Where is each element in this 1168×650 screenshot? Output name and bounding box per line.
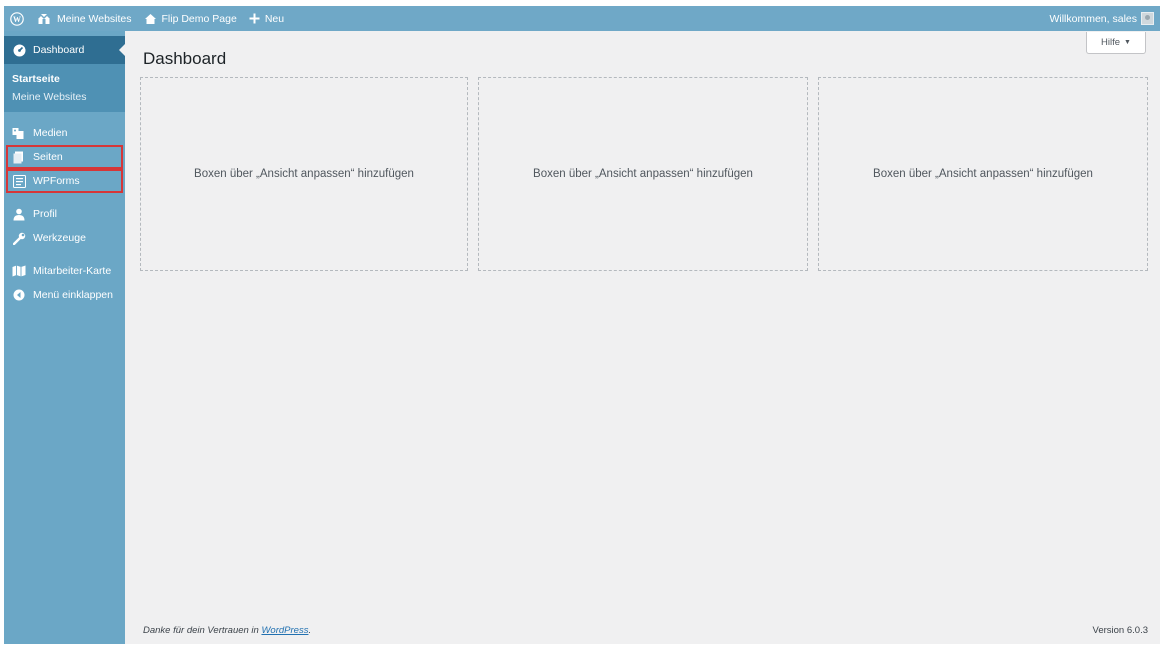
- svg-text:W: W: [13, 15, 21, 24]
- wordpress-logo-icon: W: [10, 11, 24, 26]
- my-sites-menu[interactable]: Meine Websites: [30, 6, 138, 31]
- sidebar-item-label: Medien: [33, 127, 68, 139]
- map-icon: [12, 264, 26, 278]
- wp-admin-window: W Meine Websites Flip Demo Page Neu Will…: [4, 6, 1160, 644]
- sidebar-item-media[interactable]: Medien: [4, 121, 125, 145]
- dashboard-widget-dropzone[interactable]: Boxen über „Ansicht anpassen“ hinzufügen: [818, 77, 1148, 271]
- page-title: Dashboard: [143, 49, 227, 68]
- sidebar-item-label: WPForms: [33, 175, 80, 187]
- sidebar-item-label: Menü einklappen: [33, 289, 113, 301]
- sidebar-item-label: Profil: [33, 208, 57, 220]
- help-button[interactable]: Hilfe ▼: [1086, 32, 1146, 54]
- triangle-down-icon: ▼: [1124, 39, 1131, 46]
- footer-thanks: Danke für dein Vertrauen in WordPress.: [143, 625, 311, 636]
- my-account-menu[interactable]: Willkommen, sales: [1043, 6, 1160, 31]
- site-name-label: Flip Demo Page: [161, 12, 237, 25]
- dropzone-label: Boxen über „Ansicht anpassen“ hinzufügen: [873, 168, 1093, 180]
- footer-thanks-suffix: .: [308, 625, 312, 636]
- site-name-menu[interactable]: Flip Demo Page: [138, 6, 243, 31]
- admin-sidebar: Dashboard Startseite Meine Websites Medi…: [4, 31, 125, 644]
- welcome-label: Willkommen, sales: [1049, 12, 1137, 25]
- footer-version: Version 6.0.3: [1092, 625, 1148, 636]
- profile-icon: [12, 207, 26, 221]
- new-label: Neu: [264, 12, 285, 25]
- sidebar-item-label: Dashboard: [33, 44, 85, 56]
- sidebar-item-pages[interactable]: Seiten: [6, 145, 123, 169]
- dropzone-label: Boxen über „Ansicht anpassen“ hinzufügen: [194, 168, 414, 180]
- new-content-menu[interactable]: Neu: [243, 6, 290, 31]
- pages-icon: [12, 150, 26, 164]
- media-icon: [12, 126, 26, 140]
- dropzone-label: Boxen über „Ansicht anpassen“ hinzufügen: [533, 168, 753, 180]
- sidebar-item-profile[interactable]: Profil: [4, 202, 125, 226]
- avatar: [1141, 12, 1154, 25]
- sidebar-item-wpforms[interactable]: WPForms: [6, 169, 123, 193]
- dashboard-submenu: Startseite Meine Websites: [4, 64, 125, 112]
- footer-thanks-prefix: Danke für dein Vertrauen in: [143, 625, 262, 636]
- sidebar-item-label: Mitarbeiter-Karte: [33, 265, 112, 277]
- collapse-icon: [12, 288, 26, 302]
- sidebar-item-label: Werkzeuge: [33, 232, 86, 244]
- wordpress-link[interactable]: WordPress: [261, 625, 308, 636]
- dashboard-widget-dropzone[interactable]: Boxen über „Ansicht anpassen“ hinzufügen: [140, 77, 468, 271]
- dashboard-icon: [12, 43, 26, 57]
- home-icon: [144, 13, 157, 25]
- sidebar-item-tools[interactable]: Werkzeuge: [4, 226, 125, 250]
- wp-logo-menu[interactable]: W: [4, 6, 30, 31]
- help-label: Hilfe: [1101, 37, 1121, 48]
- submenu-item-home[interactable]: Startseite: [4, 70, 125, 88]
- my-sites-label: Meine Websites: [57, 12, 132, 25]
- admin-bar: W Meine Websites Flip Demo Page Neu Will…: [4, 6, 1160, 31]
- sidebar-item-dashboard[interactable]: Dashboard: [4, 36, 125, 64]
- dashboard-widget-dropzone[interactable]: Boxen über „Ansicht anpassen“ hinzufügen: [478, 77, 808, 271]
- wpforms-icon: [12, 174, 26, 188]
- sidebar-item-label: Seiten: [33, 151, 63, 163]
- my-sites-icon: [36, 13, 52, 25]
- plus-icon: [249, 13, 260, 24]
- collapse-menu-button[interactable]: Menü einklappen: [4, 283, 125, 307]
- sidebar-item-staff-map[interactable]: Mitarbeiter-Karte: [4, 259, 125, 283]
- tools-icon: [12, 231, 26, 245]
- submenu-item-my-sites[interactable]: Meine Websites: [4, 88, 125, 106]
